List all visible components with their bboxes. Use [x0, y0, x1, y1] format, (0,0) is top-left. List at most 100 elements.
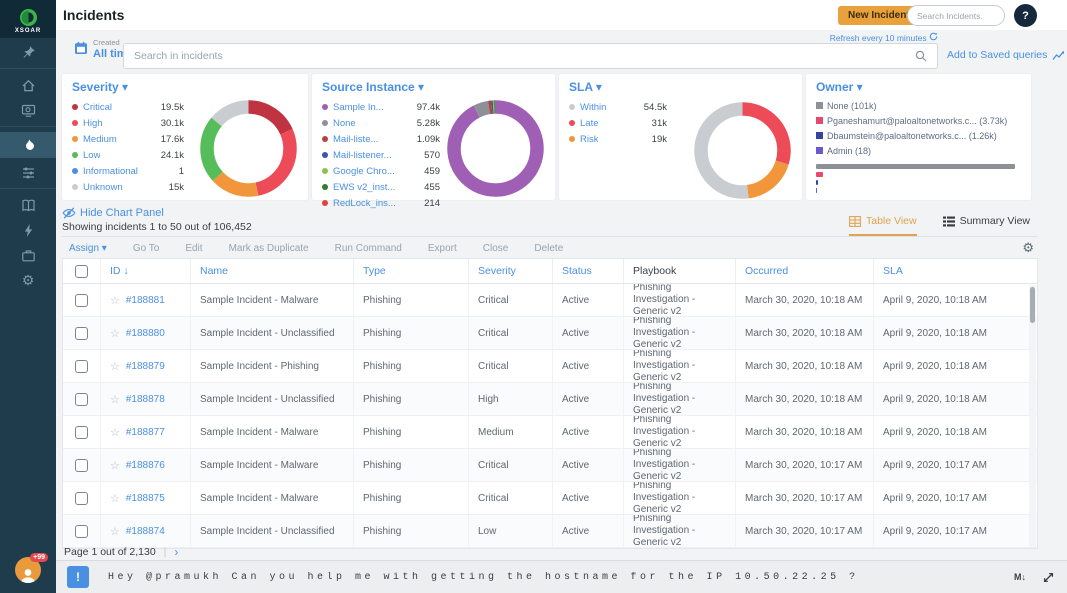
table-row[interactable]: ☆#188876Sample Incident - MalwarePhishin…: [63, 449, 1037, 482]
star-icon[interactable]: ☆: [110, 459, 120, 472]
toolbar-action-export[interactable]: Export: [428, 243, 457, 254]
star-icon[interactable]: ☆: [110, 327, 120, 340]
star-icon[interactable]: ☆: [110, 360, 120, 373]
chat-message[interactable]: Hey @pramukh Can you help me with gettin…: [108, 572, 1014, 583]
legend-item[interactable]: Pganeshamurt@paloaltonetworks.c... (3.73…: [816, 113, 1007, 128]
table-row[interactable]: ☆#188879Sample Incident - PhishingPhishi…: [63, 350, 1037, 383]
row-checkbox[interactable]: [75, 294, 88, 307]
markdown-icon[interactable]: M↓: [1014, 572, 1026, 582]
legend-item[interactable]: Mail-liste...1.09k: [322, 131, 440, 147]
column-header-occurred[interactable]: Occurred: [736, 259, 874, 283]
column-header-id[interactable]: ID ↓: [101, 259, 191, 283]
legend-item[interactable]: Within54.5k: [569, 99, 667, 115]
select-all-checkbox[interactable]: [75, 265, 88, 278]
incident-id-link[interactable]: #188880: [126, 328, 165, 339]
row-checkbox[interactable]: [75, 525, 88, 538]
expand-icon[interactable]: [1042, 571, 1055, 584]
chart-title[interactable]: SLA ▾: [569, 80, 792, 94]
chart-title[interactable]: Owner ▾: [816, 80, 1021, 94]
table-row[interactable]: ☆#188881Sample Incident - MalwarePhishin…: [63, 284, 1037, 317]
incident-id-link[interactable]: #188879: [126, 361, 165, 372]
row-checkbox[interactable]: [75, 327, 88, 340]
row-checkbox[interactable]: [75, 426, 88, 439]
sidebar-item-pin[interactable]: [0, 41, 56, 63]
table-row[interactable]: ☆#188874Sample Incident - UnclassifiedPh…: [63, 515, 1037, 548]
sidebar-item-automation[interactable]: [0, 219, 56, 241]
row-checkbox[interactable]: [75, 459, 88, 472]
legend-item[interactable]: Late31k: [569, 115, 667, 131]
toolbar-action-edit[interactable]: Edit: [185, 243, 202, 254]
refresh-note[interactable]: Refresh every 10 minutes: [786, 32, 938, 43]
bot-icon[interactable]: !: [67, 566, 89, 588]
help-button[interactable]: ?: [1014, 4, 1037, 27]
sidebar-item-home[interactable]: [0, 74, 56, 96]
legend-item[interactable]: Informational1: [72, 163, 184, 179]
next-page-button[interactable]: ›: [174, 545, 178, 559]
legend-item[interactable]: Admin (18): [816, 143, 871, 158]
legend-item[interactable]: None5.28k: [322, 115, 440, 131]
incident-id-link[interactable]: #188881: [126, 295, 165, 306]
incidents-search-input[interactable]: Search in incidents: [123, 43, 938, 69]
table-row[interactable]: ☆#188875Sample Incident - MalwarePhishin…: [63, 482, 1037, 515]
incident-id-link[interactable]: #188876: [126, 460, 165, 471]
column-header-status[interactable]: Status: [553, 259, 624, 283]
toolbar-action-delete[interactable]: Delete: [534, 243, 563, 254]
row-checkbox[interactable]: [75, 492, 88, 505]
hide-chart-panel-link[interactable]: Hide Chart Panel: [62, 206, 164, 220]
star-icon[interactable]: ☆: [110, 393, 120, 406]
star-icon[interactable]: ☆: [110, 426, 120, 439]
row-checkbox[interactable]: [75, 360, 88, 373]
row-checkbox[interactable]: [75, 393, 88, 406]
bar[interactable]: [816, 188, 817, 193]
column-header-playbook[interactable]: Playbook: [624, 259, 736, 283]
toolbar-action-close[interactable]: Close: [483, 243, 509, 254]
scrollbar-thumb[interactable]: [1030, 287, 1035, 323]
bar[interactable]: [816, 172, 823, 177]
column-header-name[interactable]: Name: [191, 259, 354, 283]
star-icon[interactable]: ☆: [110, 492, 120, 505]
sidebar-item-playbooks[interactable]: [0, 194, 56, 216]
tab-summary-view[interactable]: Summary View: [943, 215, 1030, 236]
sidebar-item-jobs[interactable]: [0, 244, 56, 266]
table-row[interactable]: ☆#188878Sample Incident - UnclassifiedPh…: [63, 383, 1037, 416]
incident-id-link[interactable]: #188874: [126, 526, 165, 537]
incident-id-link[interactable]: #188875: [126, 493, 165, 504]
legend-item[interactable]: High30.1k: [72, 115, 184, 131]
star-icon[interactable]: ☆: [110, 294, 120, 307]
star-icon[interactable]: ☆: [110, 525, 120, 538]
legend-item[interactable]: Unknown15k: [72, 179, 184, 195]
column-header-severity[interactable]: Severity: [469, 259, 553, 283]
toolbar-action-assign[interactable]: Assign ▾: [69, 243, 107, 254]
toolbar-action-run-command[interactable]: Run Command: [335, 243, 402, 254]
add-to-saved-queries-link[interactable]: Add to Saved queries: [947, 49, 1065, 61]
table-scrollbar[interactable]: [1029, 285, 1036, 547]
table-row[interactable]: ☆#188880Sample Incident - UnclassifiedPh…: [63, 317, 1037, 350]
sidebar-item-dashboard[interactable]: [0, 99, 56, 121]
legend-item[interactable]: Low24.1k: [72, 147, 184, 163]
global-search-input[interactable]: Search Incidents.: [907, 5, 1005, 26]
table-row[interactable]: ☆#188877Sample Incident - MalwarePhishin…: [63, 416, 1037, 449]
sidebar-item-incidents[interactable]: [0, 132, 56, 158]
legend-item[interactable]: None (101k): [816, 98, 877, 113]
xsoar-logo[interactable]: XSOAR: [0, 0, 56, 38]
legend-item[interactable]: EWS v2_inst...455: [322, 179, 440, 195]
bar[interactable]: [816, 180, 818, 185]
bar[interactable]: [816, 164, 1015, 169]
chart-title[interactable]: Severity ▾: [72, 80, 298, 94]
tab-table-view[interactable]: Table View: [849, 215, 917, 236]
legend-item[interactable]: Medium17.6k: [72, 131, 184, 147]
user-avatar[interactable]: +99: [15, 557, 41, 583]
legend-item[interactable]: Mail-listener...570: [322, 147, 440, 163]
sidebar-item-settings[interactable]: ⚙: [0, 269, 56, 291]
column-header-sla[interactable]: SLA: [874, 259, 1037, 283]
chart-title[interactable]: Source Instance ▾: [322, 80, 545, 94]
legend-item[interactable]: Critical19.5k: [72, 99, 184, 115]
table-settings-gear-icon[interactable]: ⚙: [1022, 240, 1034, 256]
legend-item[interactable]: Sample In...97.4k: [322, 99, 440, 115]
incident-id-link[interactable]: #188878: [126, 394, 165, 405]
sidebar-item-threat-intel[interactable]: [0, 161, 56, 183]
incident-id-link[interactable]: #188877: [126, 427, 165, 438]
toolbar-action-go-to[interactable]: Go To: [133, 243, 160, 254]
legend-item[interactable]: Risk19k: [569, 131, 667, 147]
legend-item[interactable]: Dbaumstein@paloaltonetworks.c... (1.26k): [816, 128, 997, 143]
